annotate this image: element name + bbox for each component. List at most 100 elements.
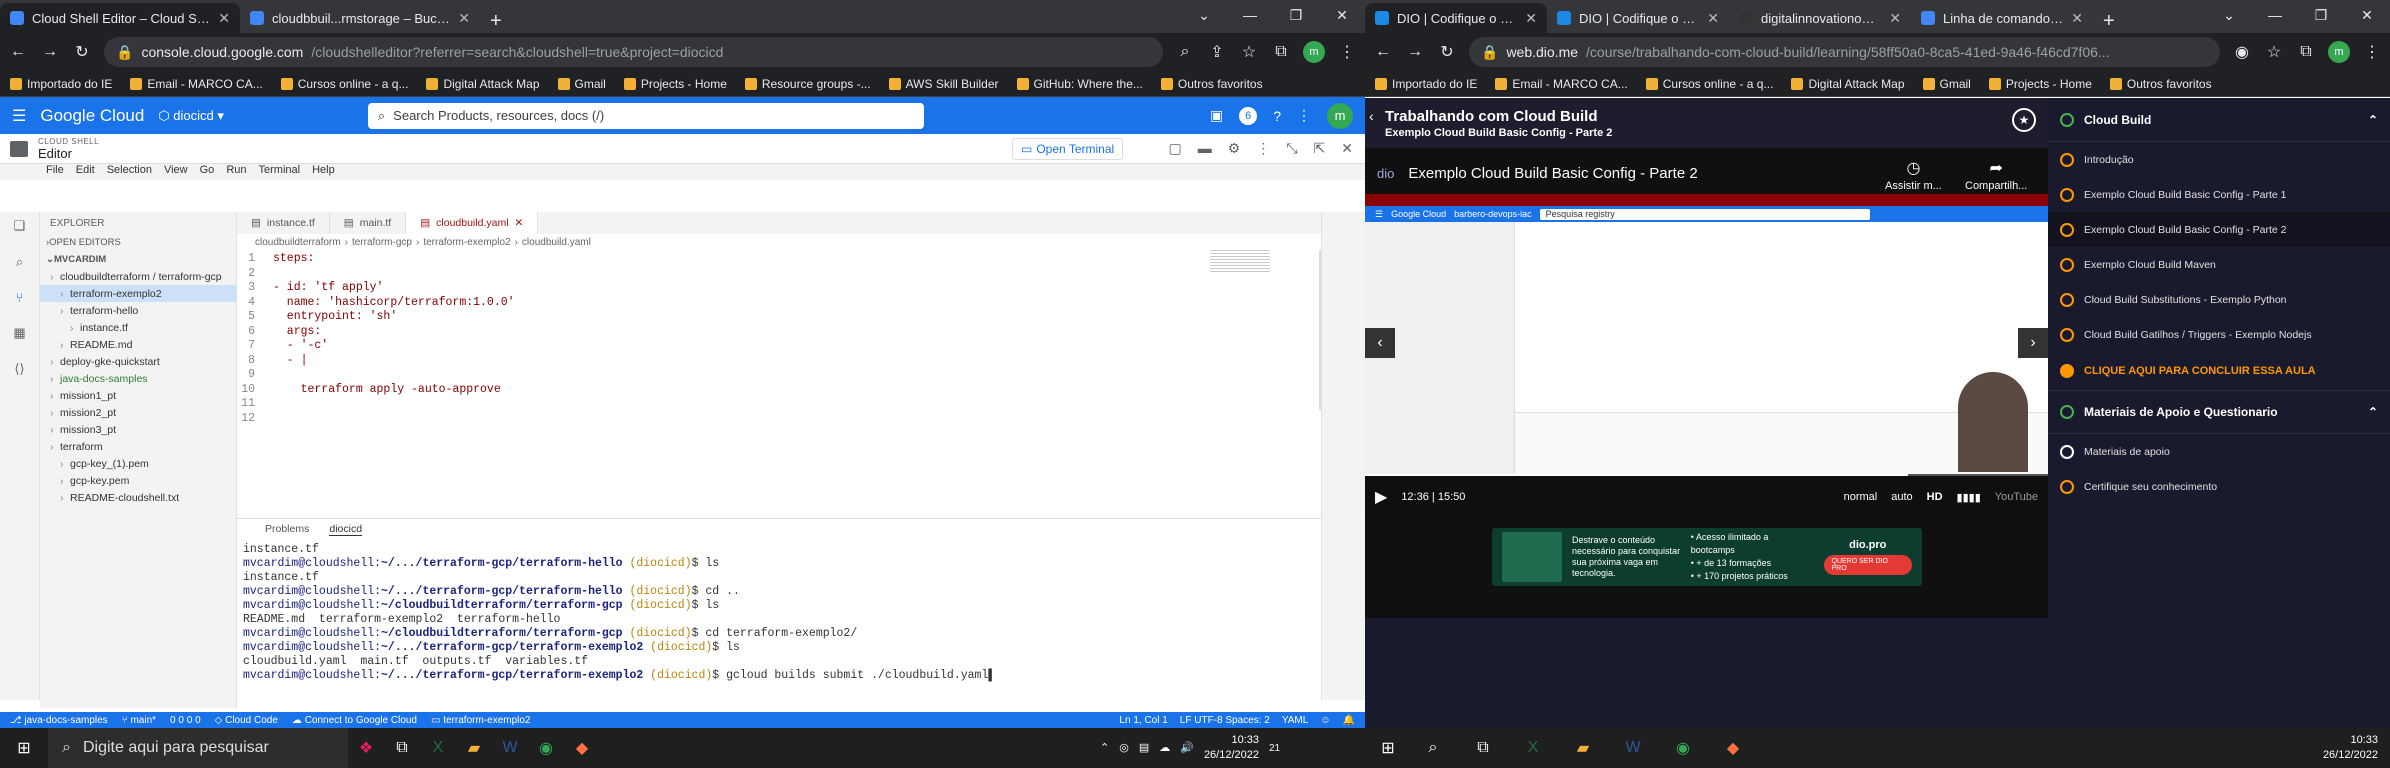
project-selector[interactable]: ⬡ diocicd ▾ [158, 108, 224, 124]
more-vert-icon[interactable]: ⋮ [1256, 140, 1270, 157]
youtube-logo[interactable]: YouTube [1995, 491, 2038, 503]
bookmark-item[interactable]: Email - MARCO CA... [1495, 77, 1628, 91]
terminal-tab[interactable]: Problems [265, 523, 309, 535]
next-video-arrow-icon[interactable]: › [2018, 328, 2048, 358]
file-tree-item[interactable]: › instance.tf [40, 319, 236, 336]
new-tab-icon[interactable]: + [480, 10, 512, 33]
close-tab-icon[interactable]: ✕ [458, 10, 470, 27]
cloud-shell-icon[interactable]: ▣ [1210, 107, 1223, 124]
notification-badge[interactable]: 21 [1269, 741, 1280, 756]
help-icon[interactable]: ? [1273, 108, 1281, 124]
bookmark-item[interactable]: Gmail [557, 77, 606, 91]
menu-item-terminal[interactable]: Terminal [259, 164, 301, 180]
paint-icon[interactable]: ◆ [564, 728, 600, 768]
files-icon[interactable]: ❏ [14, 218, 26, 234]
url-field[interactable]: 🔒 console.cloud.google.com/cloudshelledi… [104, 37, 1163, 67]
open-terminal-button[interactable]: ▭ Open Terminal [1012, 138, 1124, 160]
play-icon[interactable]: ▶ [1375, 487, 1387, 507]
clock-right[interactable]: 10:33 26/12/2022 [2323, 733, 2378, 763]
hamburger-menu-icon[interactable]: ☰ [12, 106, 26, 126]
cursor-position[interactable]: Ln 1, Col 1 [1119, 715, 1167, 726]
file-tree-item[interactable]: › gcp-key_(1).pem [40, 455, 236, 472]
branch-indicator[interactable]: ⎇ java-docs-samples [10, 715, 108, 726]
back-icon[interactable]: ← [8, 43, 28, 61]
volume-icon[interactable]: 🔊 [1180, 741, 1194, 756]
maximize-icon[interactable]: ❐ [2298, 0, 2344, 30]
file-explorer-icon[interactable]: ▰ [456, 728, 492, 768]
cloud-code-icon[interactable]: ⟨⟩ [14, 361, 24, 377]
gcp-search-box[interactable]: ⌕ Search Products, resources, docs (/) [367, 102, 924, 129]
excel-icon[interactable]: X [420, 728, 456, 768]
reload-icon[interactable]: ↻ [72, 42, 92, 62]
language-mode[interactable]: YAML [1282, 715, 1309, 726]
close-tab-icon[interactable]: ✕ [218, 10, 230, 27]
file-tree-item[interactable]: › terraform-hello [40, 302, 236, 319]
settings-icon[interactable]: ⚙ [1228, 140, 1241, 157]
bookmark-item[interactable]: Resource groups -... [744, 77, 871, 91]
file-explorer-icon-right[interactable]: ▰ [1565, 728, 1601, 768]
bookmark-item[interactable]: Projects - Home [623, 77, 727, 91]
lesson-item[interactable]: Exemplo Cloud Build Maven [2048, 247, 2390, 282]
windows-start-icon[interactable]: ⊞ [0, 728, 48, 768]
excel-icon-right[interactable]: X [1515, 728, 1551, 768]
workspace-section[interactable]: ⌄ MVCARDIM [40, 251, 236, 268]
lesson-item[interactable]: Cloud Build Substitutions - Exemplo Pyth… [2048, 282, 2390, 317]
menu-item-run[interactable]: Run [226, 164, 246, 180]
bookmark-item[interactable]: Cursos online - a q... [280, 77, 408, 91]
bookmark-item[interactable]: Digital Attack Map [1791, 77, 1905, 91]
collapse-icon[interactable]: ⌃ [2368, 113, 2378, 127]
extensions-icon[interactable]: ⧉ [2296, 43, 2316, 61]
close-window-icon[interactable]: ✕ [2344, 0, 2390, 30]
file-tree-item[interactable]: › README.md [40, 336, 236, 353]
file-tree-item[interactable]: › mission2_pt [40, 404, 236, 421]
google-cloud-logo[interactable]: Google Cloud [40, 106, 144, 126]
chrome-icon-right[interactable]: ◉ [1665, 728, 1701, 768]
watch-later-button[interactable]: ◷ Assistir m... [1885, 158, 1942, 192]
browser-tab[interactable]: DIO | Codifique o seu f ✕ [1547, 3, 1729, 33]
material-item[interactable]: Materiais de apoio [2048, 434, 2390, 469]
video-frame[interactable]: ☰ Google Cloud barbero-devops-iac Pesqui… [1365, 194, 2048, 474]
close-window-icon[interactable]: ✕ [1319, 0, 1365, 30]
breadcrumb-item[interactable]: terraform-exemplo2 [423, 237, 510, 248]
speed-selector[interactable]: normal [1844, 491, 1878, 503]
search-files-icon[interactable]: ⌕ [16, 254, 23, 270]
browser-tab[interactable]: Linha de comando gclo ✕ [1911, 3, 2093, 33]
tab-search-icon[interactable]: ⌄ [1181, 0, 1227, 30]
connect-status[interactable]: ☁ Connect to Google Cloud [292, 715, 417, 726]
maximize-icon[interactable]: ❐ [1273, 0, 1319, 30]
tray-chevron-icon[interactable]: ⌃ [1100, 741, 1109, 756]
open-editors-section[interactable]: › OPEN EDITORS [40, 234, 236, 251]
bell-icon[interactable]: 🔔 [1343, 715, 1355, 726]
preview-icon[interactable]: ▢ [1169, 140, 1182, 157]
bookmark-item[interactable]: Importado do IE [1375, 77, 1477, 91]
share-icon[interactable]: ⇪ [1207, 42, 1227, 62]
task-view-icon-right[interactable]: ⧉ [1465, 728, 1501, 768]
profile-avatar[interactable]: m [2328, 41, 2350, 63]
close-tab-icon[interactable]: ✕ [1889, 10, 1901, 27]
source-control-icon[interactable]: ⑂ [16, 290, 24, 305]
share-button[interactable]: ➦ Compartilh... [1965, 158, 2027, 192]
terminal-output[interactable]: instance.tf mvcardim@cloudshell:~/.../ter… [237, 539, 1321, 687]
breadcrumb-item[interactable]: terraform-gcp [352, 237, 412, 248]
bookmark-item[interactable]: Cursos online - a q... [1645, 77, 1773, 91]
bookmark-star-icon[interactable]: ☆ [1239, 42, 1259, 62]
lesson-item[interactable]: Exemplo Cloud Build Basic Config - Parte… [2048, 212, 2390, 247]
file-tree-item[interactable]: › java-docs-samples [40, 370, 236, 387]
quality-selector[interactable]: auto [1891, 491, 1912, 503]
section-cloud-build[interactable]: Cloud Build ⌃ [2048, 98, 2390, 142]
back-arrow-icon[interactable]: ‹ [1369, 108, 1374, 124]
star-badge-icon[interactable]: ★ [2012, 108, 2036, 132]
section-materials[interactable]: Materiais de Apoio e Questionario ⌃ [2048, 390, 2390, 434]
bookmark-item[interactable]: Importado do IE [10, 77, 112, 91]
notifications-icon[interactable]: 6 [1239, 106, 1258, 125]
zoom-icon[interactable]: ⌕ [1175, 43, 1195, 61]
menu-item-go[interactable]: Go [200, 164, 215, 180]
task-view-icon[interactable]: ⧉ [384, 728, 420, 768]
code-editor[interactable]: 1 steps: 2 3 - id: 'tf apply' 4 name: 'hashic… [237, 250, 1321, 426]
close-tab-icon[interactable]: ✕ [1707, 10, 1719, 27]
editor-tab[interactable]: ▤ main.tf [330, 212, 407, 234]
close-tab-icon[interactable]: ✕ [2071, 10, 2083, 27]
folder-status[interactable]: ▭ terraform-exemplo2 [431, 715, 531, 726]
tab-cloud-shell-editor[interactable]: Cloud Shell Editor – Cloud Shell E ✕ [0, 3, 240, 33]
cloud-icon[interactable]: ☁ [1159, 741, 1170, 756]
